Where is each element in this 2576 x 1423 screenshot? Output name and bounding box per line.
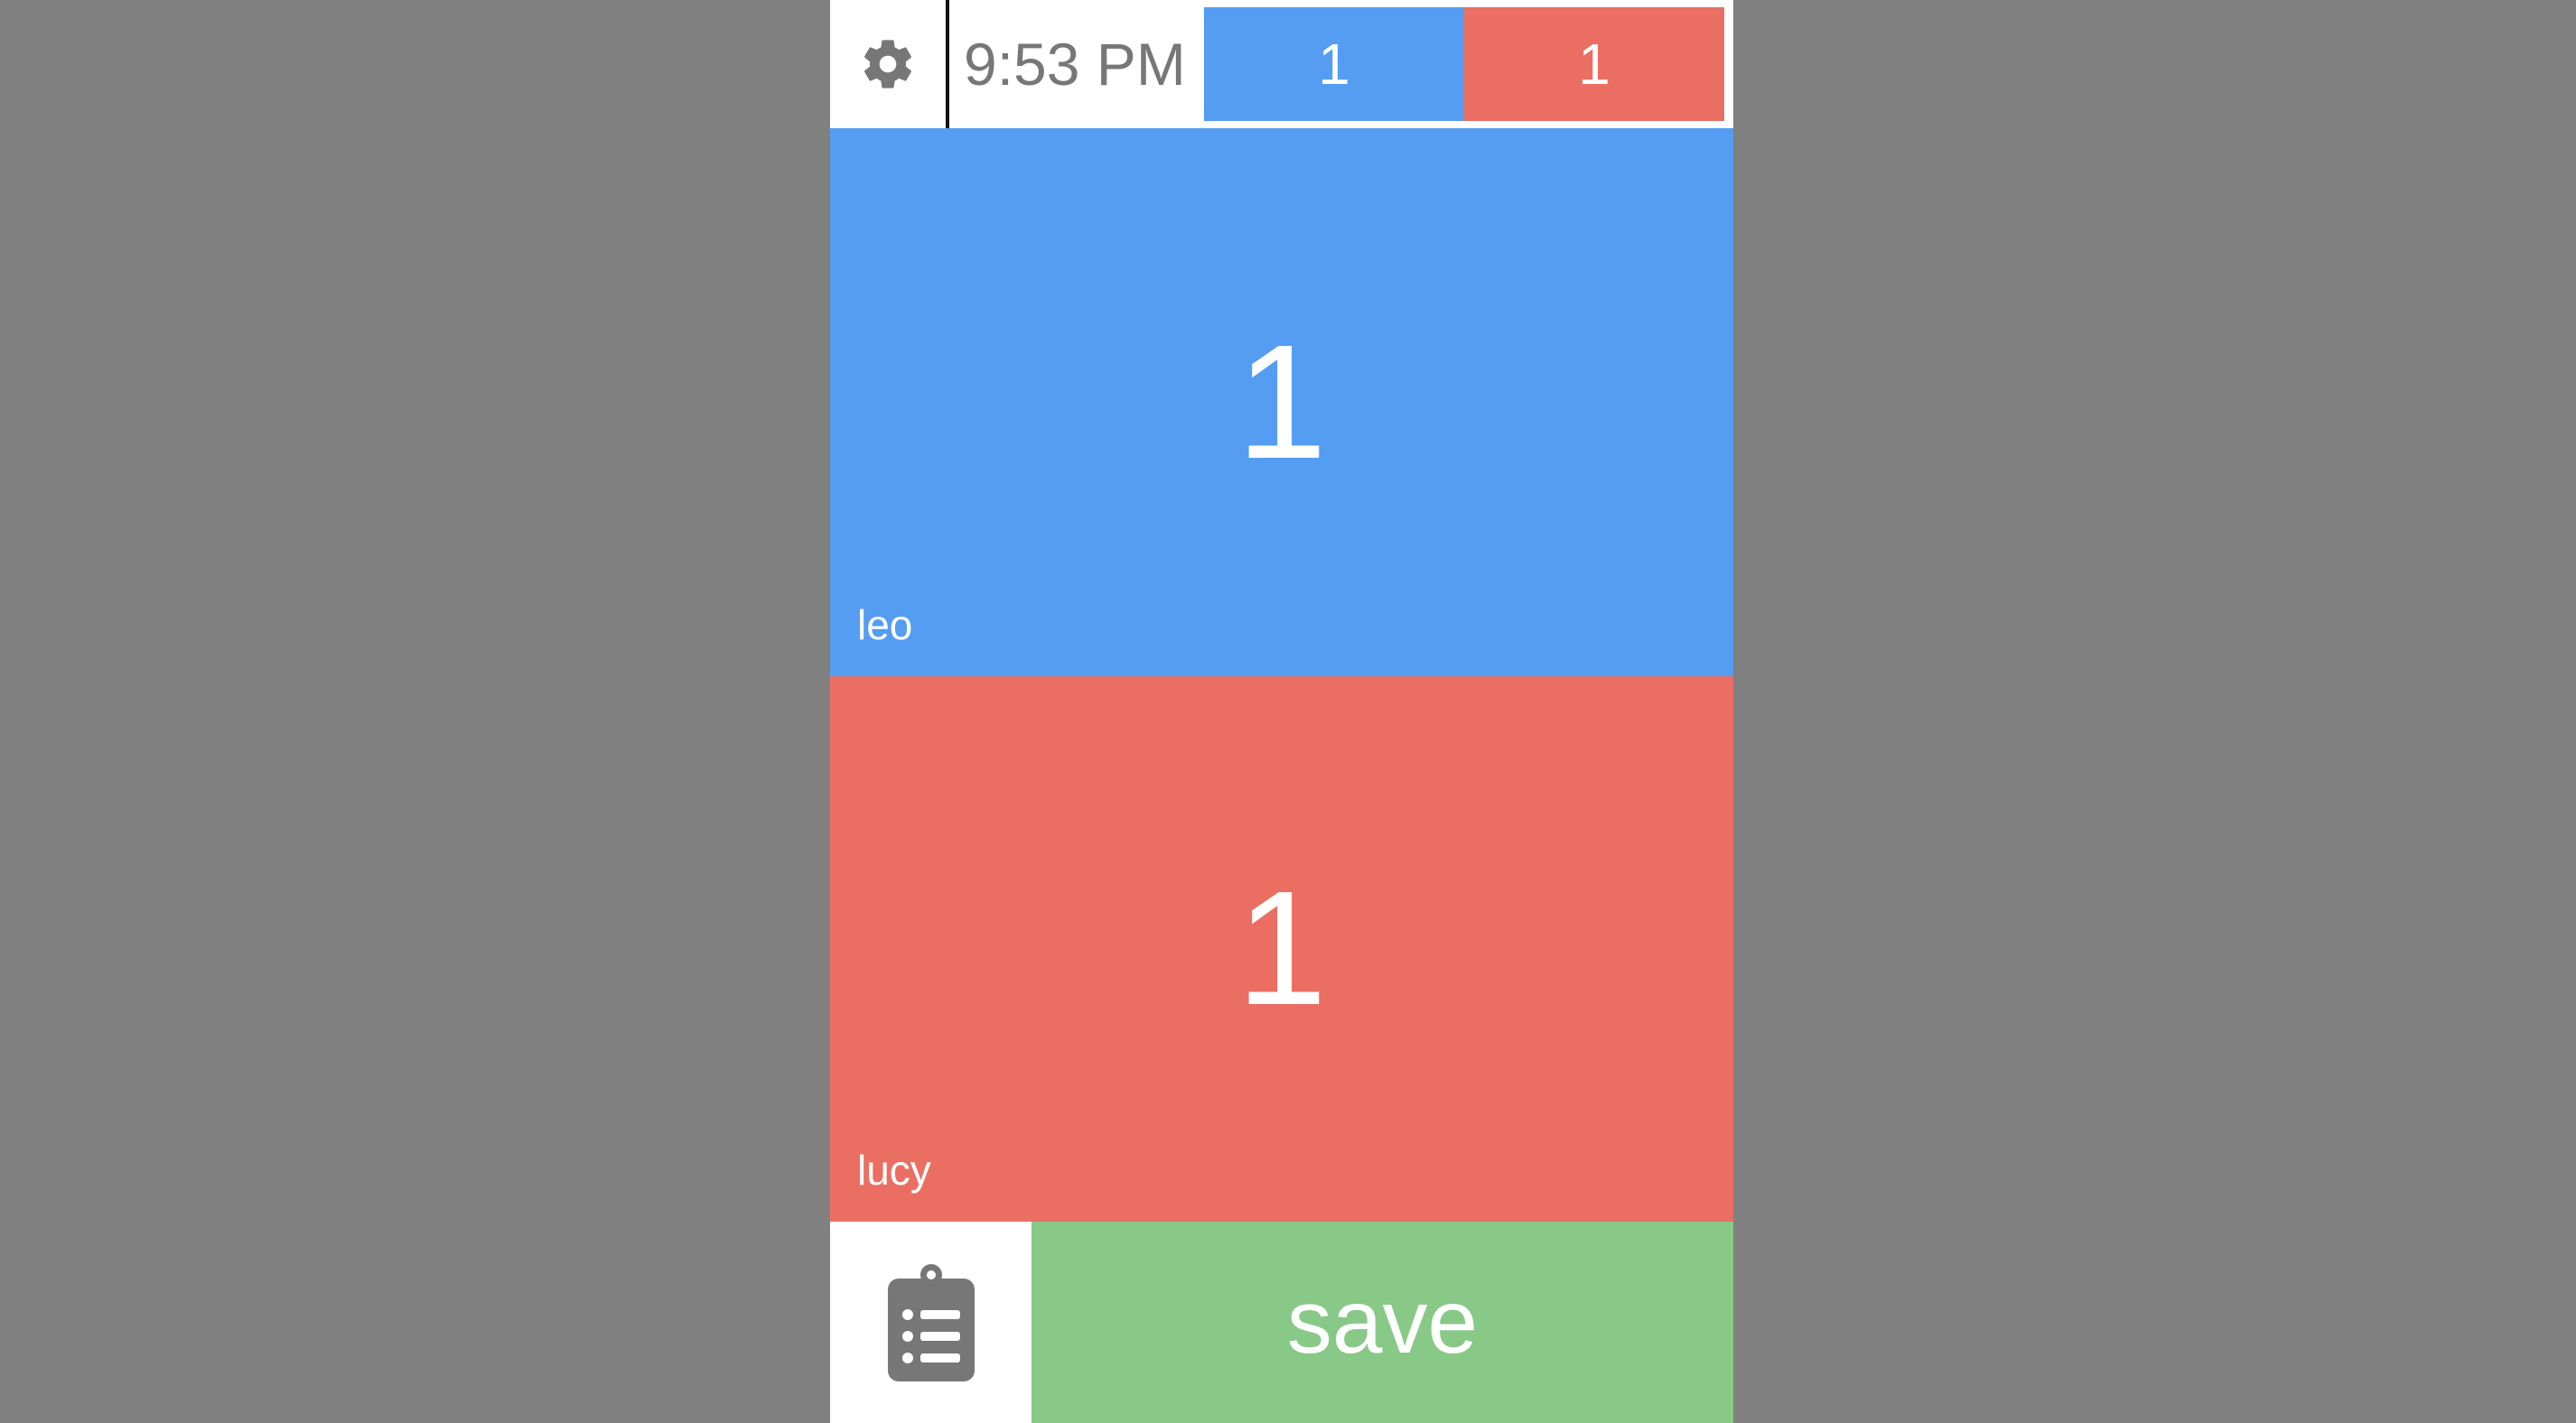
mini-score-leo[interactable]: 1 <box>1204 7 1464 121</box>
player-name: lucy <box>857 1147 931 1194</box>
save-button[interactable]: save <box>1031 1222 1733 1423</box>
scoreboard-app: 9:53 PM 1 1 1 leo 1 lucy save <box>830 0 1733 1423</box>
player-score: 1 <box>1236 311 1328 493</box>
history-button[interactable] <box>830 1222 1031 1423</box>
header-divider <box>946 0 949 128</box>
clock-time: 9:53 PM <box>964 31 1186 98</box>
top-bar: 9:53 PM 1 1 <box>830 0 1733 128</box>
player-name: leo <box>857 601 913 648</box>
settings-button[interactable] <box>830 0 946 128</box>
clipboard-list-icon <box>887 1263 975 1381</box>
player-panel-leo[interactable]: 1 leo <box>830 128 1733 676</box>
bottom-bar: save <box>830 1222 1733 1423</box>
mini-score-lucy[interactable]: 1 <box>1464 7 1724 121</box>
player-score: 1 <box>1236 858 1328 1039</box>
player-panel-lucy[interactable]: 1 lucy <box>830 676 1733 1222</box>
gear-icon <box>864 40 911 88</box>
